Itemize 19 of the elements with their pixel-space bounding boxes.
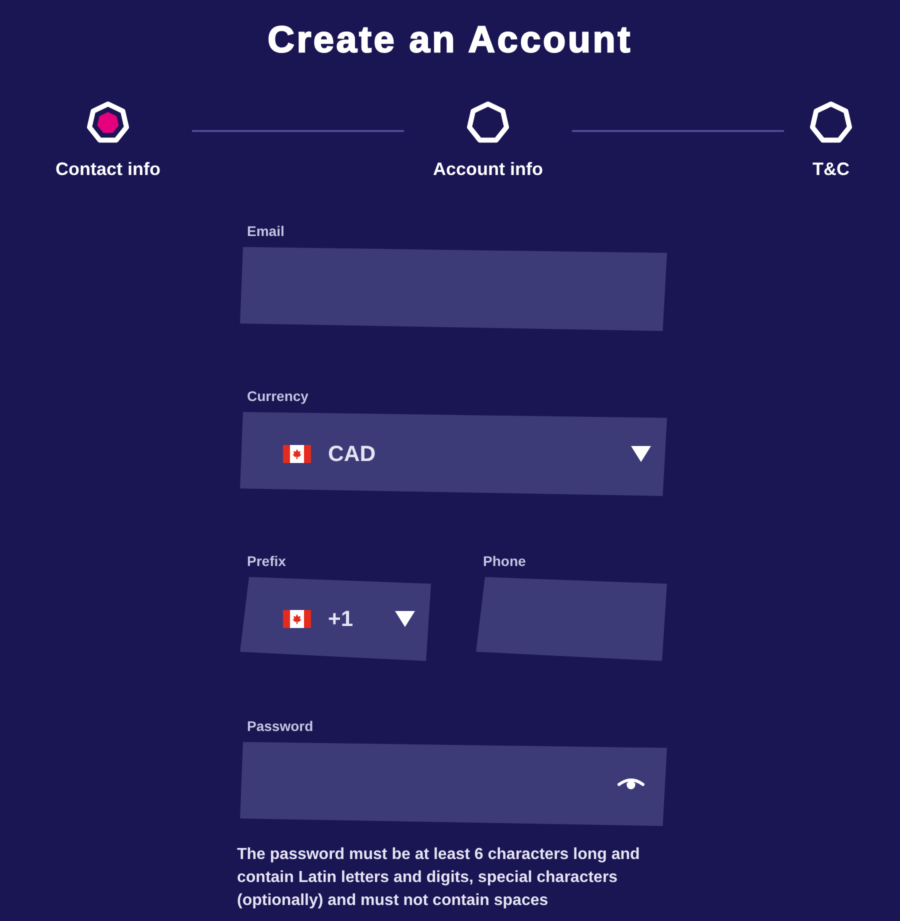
field-label: Password <box>247 718 314 735</box>
dropdown-select[interactable]: +1 <box>240 577 431 661</box>
field-label: Email <box>247 223 284 240</box>
flag-icon <box>283 445 311 463</box>
dropdown-select[interactable]: CAD <box>240 412 667 496</box>
field-label: Currency <box>247 388 308 405</box>
step-label[interactable]: T&C <box>812 158 850 180</box>
password-field[interactable] <box>240 742 667 826</box>
field-label: Phone <box>483 553 526 570</box>
page-title: Create an Account <box>268 18 632 62</box>
caret-icon[interactable] <box>395 611 415 627</box>
caret-icon[interactable] <box>631 446 651 462</box>
eye-icon[interactable] <box>617 777 645 791</box>
step-label[interactable]: Account info <box>433 158 543 180</box>
step-label[interactable]: Contact info <box>56 158 160 180</box>
field-label: Prefix <box>247 553 286 570</box>
flag-icon <box>283 610 311 628</box>
password-hint: The password must be at least 6 characters long and contain Latin letters and digits, special characters (optionally) and must not contain spaces <box>237 845 641 911</box>
input-field[interactable] <box>240 247 667 331</box>
